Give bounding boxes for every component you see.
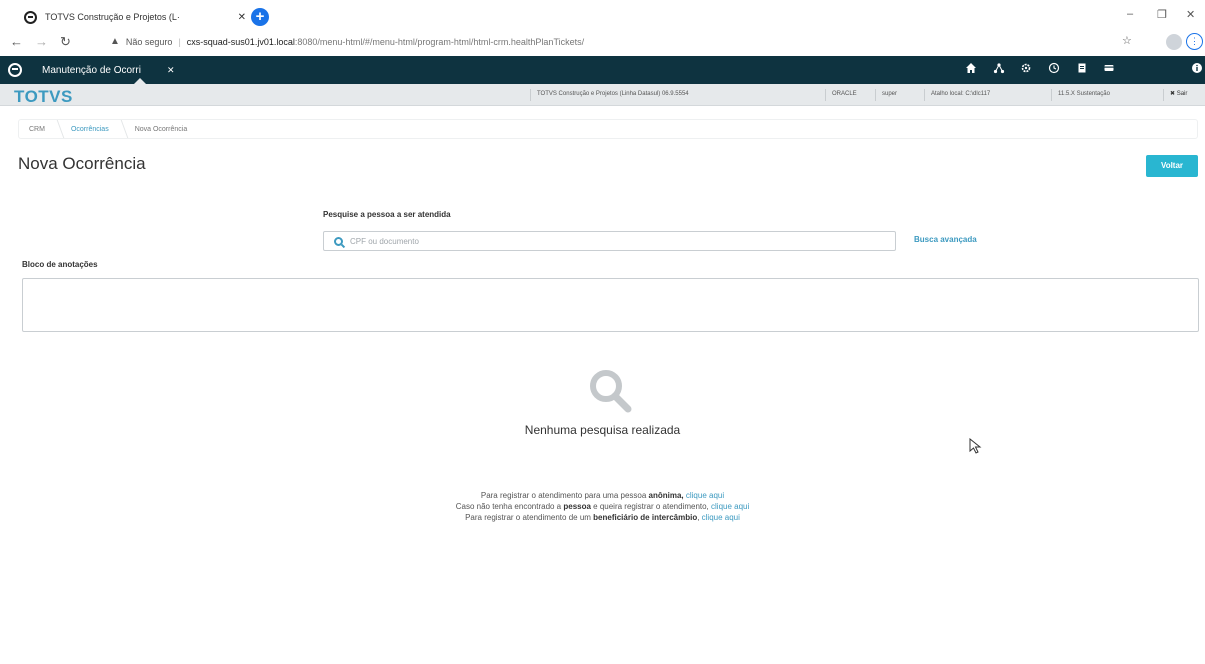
info-shortcut: Atalho local: C:\dlc117: [924, 89, 990, 101]
browser-tab[interactable]: TOTVS Construção e Projetos (L· ✕: [24, 6, 246, 28]
help-line-exchange: Para registrar o atendimento de um benef…: [0, 512, 1205, 523]
minimize-icon[interactable]: –: [1127, 8, 1133, 20]
info-company: TOTVS Construção e Projetos (Linha Datas…: [530, 89, 689, 101]
empty-state-title: Nenhuma pesquisa realizada: [524, 423, 681, 437]
help-text-segment: Caso não tenha encontrado a: [455, 502, 564, 511]
breadcrumb: CRM Ocorrências Nova Ocorrência: [18, 119, 1198, 139]
app-tab-label: Manutenção de Ocorri: [42, 64, 141, 76]
register-person-click-here-link[interactable]: clique aqui: [711, 502, 749, 511]
browser-menu-icon[interactable]: ⋮: [1186, 33, 1203, 50]
notes-label: Bloco de anotações: [22, 260, 98, 269]
home-icon[interactable]: [963, 62, 979, 78]
clock-icon[interactable]: [1046, 62, 1062, 78]
browser-tabbar: TOTVS Construção e Projetos (L· ✕ + – ❐ …: [0, 0, 1205, 30]
notes-textarea[interactable]: [22, 278, 1199, 332]
browser-tab-title: TOTVS Construção e Projetos (L·: [45, 12, 180, 22]
address-separator: |: [178, 36, 181, 47]
reload-icon[interactable]: ↻: [60, 34, 71, 50]
search-icon: [334, 236, 343, 246]
advanced-search-link[interactable]: Busca avançada: [914, 235, 977, 244]
breadcrumb-ocorrencias[interactable]: Ocorrências: [61, 126, 119, 133]
network-icon[interactable]: [991, 62, 1007, 78]
warning-icon: ▲: [110, 36, 120, 47]
info-version: 11.5.X Sustentação: [1051, 89, 1110, 101]
info-bar: TOTVS TOTVS Construção e Projetos (Linha…: [0, 84, 1205, 106]
info-database: ORACLE: [825, 89, 857, 101]
search-box[interactable]: [323, 231, 896, 251]
card-icon[interactable]: [1101, 62, 1117, 78]
help-text-segment: Para registrar o atendimento de um: [465, 513, 594, 522]
app-tab-close-icon[interactable]: ✕: [167, 65, 175, 76]
address-path: :8080/menu-html/#/menu-html/program-html…: [294, 36, 585, 47]
app-program-tab[interactable]: Manutenção de Ocorri ✕: [42, 60, 232, 80]
back-arrow-icon[interactable]: ←: [10, 34, 23, 49]
search-label: Pesquise a pessoa a ser atendida: [323, 210, 451, 219]
bookmark-star-icon[interactable]: ☆: [1122, 34, 1132, 47]
help-text: Para registrar o atendimento para uma pe…: [0, 490, 1205, 523]
totvs-logo-icon[interactable]: [8, 63, 22, 77]
address-field[interactable]: ▲ Não seguro | cxs-squad-sus01.jv01.loca…: [110, 32, 1110, 51]
new-tab-button[interactable]: +: [251, 8, 269, 26]
help-text-bold: beneficiário de intercâmbio: [593, 513, 698, 522]
magnifier-icon: [590, 370, 632, 413]
exchange-beneficiary-click-here-link[interactable]: clique aqui: [702, 513, 740, 522]
info-user: super: [875, 89, 897, 101]
anonymous-click-here-link[interactable]: clique aqui: [686, 491, 724, 500]
search-input[interactable]: [350, 236, 870, 246]
forward-arrow-icon[interactable]: →: [35, 34, 48, 49]
page-title: Nova Ocorrência: [18, 154, 146, 173]
totvs-favicon-icon: [24, 10, 37, 24]
mouse-cursor-icon: [969, 438, 982, 454]
help-text-segment: Para registrar o atendimento para uma pe…: [480, 491, 649, 500]
help-line-anonymous: Para registrar o atendimento para uma pe…: [0, 490, 1205, 501]
back-button[interactable]: Voltar: [1146, 155, 1198, 177]
gear-icon[interactable]: [1018, 62, 1034, 78]
help-icon[interactable]: [1189, 62, 1205, 78]
breadcrumb-current: Nova Ocorrência: [134, 125, 188, 133]
breadcrumb-crm[interactable]: CRM: [19, 126, 55, 133]
browser-addressbar: ← → ↻ ▲ Não seguro | cxs-squad-sus01.jv0…: [0, 30, 1205, 54]
help-text-segment: e queira registrar o atendimento,: [590, 502, 712, 511]
help-text-bold: pessoa: [563, 502, 591, 511]
security-label: Não seguro: [125, 36, 173, 47]
address-host: cxs-squad-sus01.jv01.local: [186, 36, 295, 47]
document-icon[interactable]: [1074, 62, 1090, 78]
help-text-bold: anônima,: [648, 491, 684, 500]
profile-avatar-icon[interactable]: [1166, 34, 1182, 50]
help-line-person: Caso não tenha encontrado a pessoa e que…: [0, 501, 1205, 512]
logout-link[interactable]: ✖ Sair: [1163, 89, 1187, 101]
close-window-icon[interactable]: ✕: [1186, 8, 1195, 21]
maximize-icon[interactable]: ❐: [1157, 8, 1167, 21]
brand-logo: TOTVS: [14, 87, 73, 106]
tab-close-icon[interactable]: ✕: [238, 12, 246, 23]
